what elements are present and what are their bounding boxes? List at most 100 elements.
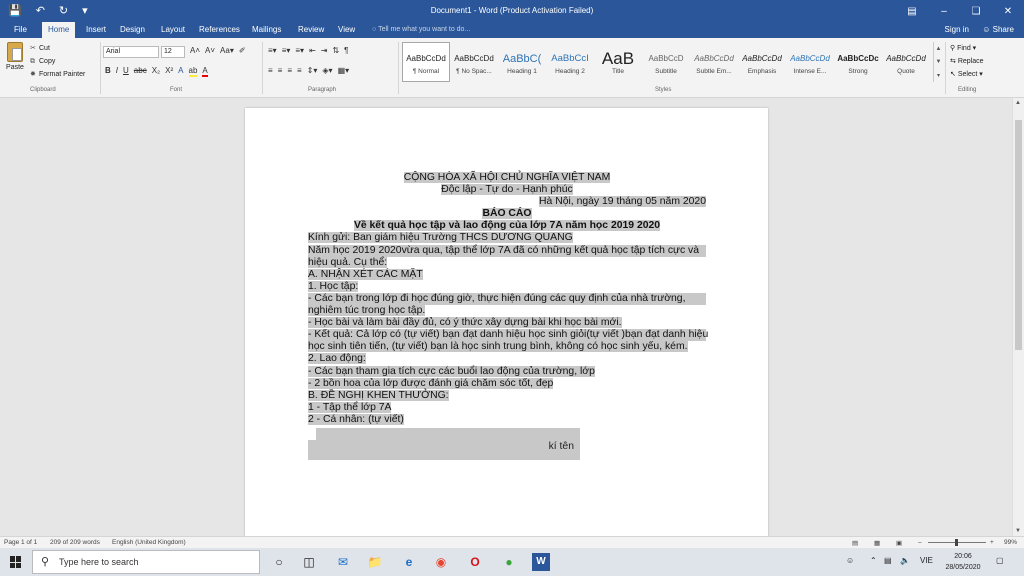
coccoc-icon[interactable]: ● (500, 553, 518, 571)
style-heading-2[interactable]: AaBbCcI Heading 2 (546, 42, 594, 82)
tab-references[interactable]: References (193, 22, 246, 38)
chrome-icon[interactable]: ◉ (432, 553, 450, 571)
style-heading-1[interactable]: AaBbC( Heading 1 (498, 42, 546, 82)
tab-home[interactable]: Home (42, 22, 76, 38)
input-language[interactable]: VIE (920, 556, 933, 565)
people-icon[interactable]: ☺ (846, 556, 854, 565)
more-styles-icon[interactable]: ▾ (937, 72, 940, 79)
tab-design[interactable]: Design (114, 22, 151, 38)
bold-icon[interactable]: B (105, 66, 111, 77)
print-layout-icon[interactable]: ▦ (874, 539, 880, 547)
text-effects-icon[interactable]: A (178, 66, 183, 77)
tab-layout[interactable]: Layout (155, 22, 191, 38)
word-count[interactable]: 209 of 209 words (50, 539, 100, 546)
decrease-indent-icon[interactable]: ⇤ (309, 46, 316, 55)
style-normal[interactable]: AaBbCcDd ¶ Normal (402, 42, 450, 82)
font-color-icon[interactable]: A (202, 66, 208, 77)
ribbon-display-options-icon[interactable]: ▤ (896, 0, 928, 22)
sort-icon[interactable]: ⇅ (332, 46, 339, 55)
opera-icon[interactable]: O (466, 553, 484, 571)
mail-icon[interactable]: ✉ (334, 553, 352, 571)
scroll-up-icon[interactable]: ▲ (1015, 100, 1021, 106)
chevron-up-icon[interactable]: ▲ (936, 46, 942, 52)
shading-icon[interactable]: ◈▾ (322, 66, 332, 75)
scroll-down-icon[interactable]: ▼ (1015, 528, 1021, 534)
grow-font-icon[interactable]: A˄ (190, 46, 200, 55)
clear-formatting-icon[interactable]: ✐ (239, 46, 246, 55)
align-right-icon[interactable]: ≡ (287, 66, 292, 75)
style-subtitle[interactable]: AaBbCcD Subtitle (642, 42, 690, 82)
copy-button[interactable]: ⧉ Copy (30, 55, 85, 68)
replace-button[interactable]: ⇆ Replace (950, 55, 984, 68)
zoom-slider-thumb[interactable] (955, 539, 958, 546)
tab-insert[interactable]: Insert (80, 22, 112, 38)
windows-start-icon[interactable] (10, 556, 22, 568)
tab-mailings[interactable]: Mailings (246, 22, 287, 38)
subscript-icon[interactable]: X₂ (152, 66, 160, 77)
taskbar-search[interactable]: ⚲ Type here to search (32, 550, 260, 574)
justify-icon[interactable]: ≡ (297, 66, 302, 75)
maximize-icon[interactable]: ❏ (960, 0, 992, 22)
minimize-icon[interactable]: – (928, 0, 960, 22)
paste-button[interactable]: Paste (4, 42, 26, 71)
style-no-spacing[interactable]: AaBbCcDd ¶ No Spac... (450, 42, 498, 82)
tell-me-box[interactable]: ○ Tell me what you want to do... (372, 22, 470, 38)
file-explorer-icon[interactable]: 📁 (366, 553, 384, 571)
shrink-font-icon[interactable]: A˅ (205, 46, 215, 55)
change-case-icon[interactable]: Aa▾ (220, 46, 234, 55)
close-icon[interactable]: ✕ (992, 0, 1024, 22)
style-title[interactable]: AaB Title (594, 42, 642, 82)
edge-icon[interactable]: e (400, 553, 418, 571)
zoom-in-icon[interactable]: + (990, 539, 994, 546)
select-button[interactable]: ↖ Select ▾ (950, 68, 984, 81)
notifications-icon[interactable]: ▢ (996, 556, 1004, 565)
clock[interactable]: 20:06 28/05/2020 (938, 551, 988, 573)
find-button[interactable]: ⚲ Find ▾ (950, 42, 984, 55)
read-mode-icon[interactable]: ▤ (852, 539, 858, 547)
strikethrough-icon[interactable]: abc (134, 66, 147, 77)
task-view-icon[interactable]: ◫ (300, 553, 318, 571)
style-strong[interactable]: AaBbCcDc Strong (834, 42, 882, 82)
clock-date: 28/05/2020 (945, 564, 981, 571)
tab-file[interactable]: File (8, 22, 33, 38)
vertical-scrollbar[interactable]: ▲ ▼ (1012, 98, 1024, 536)
borders-icon[interactable]: ▦▾ (338, 66, 350, 75)
line-spacing-icon[interactable]: ⇕▾ (307, 66, 318, 75)
pilcrow-icon[interactable]: ¶ (344, 46, 348, 55)
style-emphasis[interactable]: AaBbCcDd Emphasis (738, 42, 786, 82)
share-button[interactable]: ☺ Share (982, 22, 1014, 38)
sign-in-link[interactable]: Sign in (945, 22, 969, 38)
network-icon[interactable]: ▤ (884, 556, 892, 565)
tab-view[interactable]: View (332, 22, 361, 38)
scroll-thumb[interactable] (1015, 120, 1022, 350)
document-body[interactable]: CỘNG HÒA XÃ HỘI CHỦ NGHĨA VIỆT NAM Độc l… (308, 172, 708, 426)
web-layout-icon[interactable]: ▣ (896, 539, 902, 547)
page-count[interactable]: Page 1 of 1 (4, 539, 37, 546)
zoom-out-icon[interactable]: – (918, 539, 922, 546)
highlight-icon[interactable]: ab (188, 66, 198, 77)
font-size-select[interactable]: 12 (161, 46, 185, 58)
superscript-icon[interactable]: X² (165, 66, 173, 77)
style-subtle-emphasis[interactable]: AaBbCcDd Subtle Em... (690, 42, 738, 82)
cut-button[interactable]: ✂ Cut (30, 42, 85, 55)
align-center-icon[interactable]: ≡ (278, 66, 283, 75)
language-indicator[interactable]: English (United Kingdom) (112, 539, 186, 546)
underline-icon[interactable]: U (123, 66, 129, 77)
multilevel-list-icon[interactable]: ≡▾ (295, 46, 304, 55)
numbering-icon[interactable]: ≡▾ (282, 46, 291, 55)
zoom-level[interactable]: 99% (1004, 539, 1017, 546)
cortana-icon[interactable]: ○ (270, 553, 288, 571)
font-name-select[interactable]: Arial (103, 46, 159, 58)
volume-icon[interactable]: 🔈 (900, 556, 910, 565)
bullets-icon[interactable]: ≡▾ (268, 46, 277, 55)
word-icon[interactable]: W (532, 553, 550, 571)
show-hidden-icons[interactable]: ⌃ (870, 556, 877, 565)
tab-review[interactable]: Review (292, 22, 330, 38)
italic-icon[interactable]: I (116, 66, 118, 77)
style-intense-emphasis[interactable]: AaBbCcDd Intense E... (786, 42, 834, 82)
increase-indent-icon[interactable]: ⇥ (321, 46, 328, 55)
chevron-down-icon[interactable]: ▼ (936, 59, 942, 65)
style-quote[interactable]: AaBbCcDd Quote (882, 42, 930, 82)
format-painter-button[interactable]: ✸ Format Painter (30, 68, 85, 81)
align-left-icon[interactable]: ≡ (268, 66, 273, 75)
